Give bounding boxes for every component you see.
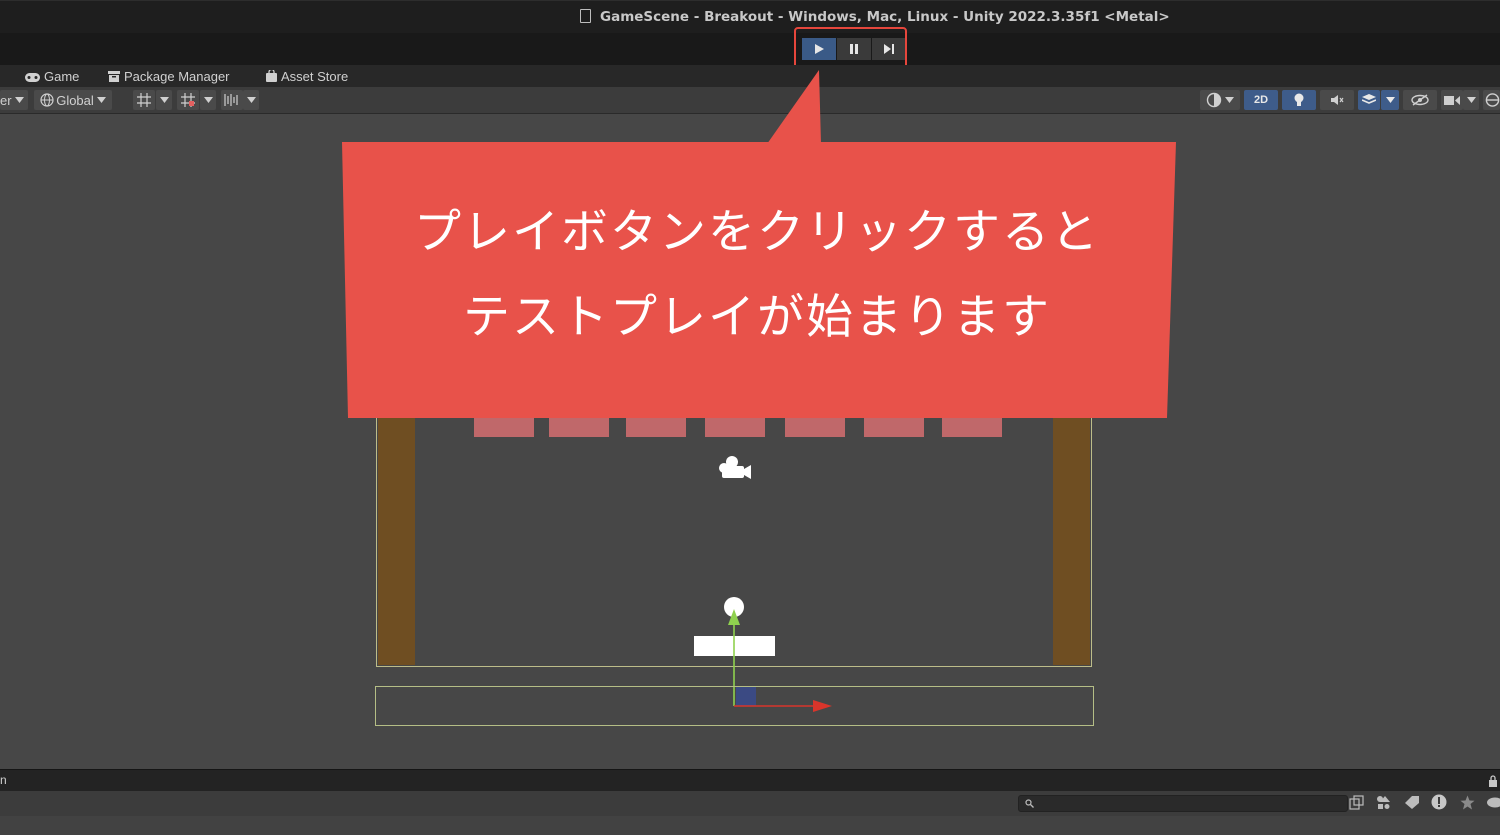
audio-muted-icon (1331, 95, 1344, 105)
lock-icon[interactable] (1488, 775, 1498, 787)
shading-sphere-icon (1206, 92, 1222, 108)
scene-file-icon (580, 9, 591, 23)
eye-icon[interactable] (1485, 795, 1500, 810)
dead-zone-bounds[interactable] (375, 686, 1094, 726)
tab-package-manager[interactable]: Package Manager (108, 69, 230, 84)
camera-gizmo-icon[interactable] (716, 454, 754, 482)
chevron-down-icon (1385, 97, 1395, 103)
chevron-down-icon (1466, 97, 1476, 103)
chevron-down-icon (14, 97, 24, 103)
bag-icon (266, 70, 277, 82)
tag-icon[interactable] (1405, 796, 1419, 809)
global-dropdown[interactable]: Global (34, 90, 112, 110)
chevron-down-icon (246, 97, 256, 103)
tab-asset-store-label: Asset Store (281, 69, 349, 84)
pivot-dropdown[interactable]: er (0, 90, 28, 110)
tab-package-manager-label: Package Manager (124, 69, 230, 84)
layers-icon (1362, 94, 1376, 104)
gizmo-orbit-icon (1485, 93, 1500, 107)
mode-2d-label: 2D (1253, 94, 1269, 106)
favorite-star-icon[interactable] (1460, 795, 1475, 810)
align-dropdown[interactable] (243, 90, 259, 110)
gizmos-button[interactable] (1483, 90, 1500, 110)
global-label: Global (56, 92, 94, 108)
tab-game-label: Game (44, 69, 80, 84)
chevron-down-icon (203, 97, 213, 103)
main-toolbar (0, 33, 1500, 65)
snap-increment-dropdown[interactable] (200, 90, 216, 110)
shading-mode-dropdown[interactable] (1200, 90, 1240, 110)
gamepad-icon (25, 73, 40, 82)
snap-increment-button[interactable] (177, 90, 199, 110)
search-input[interactable] (1018, 795, 1348, 812)
visibility-toggle[interactable] (1403, 90, 1437, 110)
callout-pointer (767, 70, 821, 144)
chevron-down-icon (96, 97, 106, 103)
brick[interactable] (785, 416, 845, 437)
panel-tab-fragment[interactable]: n (0, 773, 7, 787)
effects-dropdown[interactable] (1381, 90, 1399, 110)
pivot-label: er (0, 92, 12, 108)
eye-hidden-icon (1411, 94, 1429, 106)
mode-2d-toggle[interactable]: 2D (1244, 90, 1278, 110)
brick[interactable] (942, 416, 1002, 437)
grid-snap-button[interactable] (133, 90, 155, 110)
search-by-type-icon[interactable] (1349, 795, 1364, 810)
align-button[interactable] (221, 90, 243, 110)
tab-asset-store[interactable]: Asset Store (266, 69, 348, 84)
bottom-panel-content (0, 816, 1500, 835)
scene-toolbar: er Global 2D (0, 87, 1500, 114)
lightbulb-icon (1294, 93, 1304, 106)
camera-dropdown[interactable] (1463, 90, 1479, 110)
brick[interactable] (549, 416, 609, 437)
callout-line-2: テストプレイが始まります (463, 290, 1051, 345)
title-bar: GameScene - Breakout - Windows, Mac, Lin… (0, 0, 1500, 33)
tab-game[interactable]: Game (25, 69, 79, 84)
audio-toggle[interactable] (1320, 90, 1354, 110)
camera-button[interactable] (1441, 90, 1463, 110)
warning-icon[interactable] (1431, 794, 1447, 810)
grid-icon (137, 93, 151, 107)
bottom-panel-header: n (0, 769, 1500, 791)
y-axis-arrow[interactable] (728, 609, 740, 625)
globe-icon (40, 93, 54, 107)
lighting-toggle[interactable] (1282, 90, 1316, 110)
package-icon (108, 71, 120, 82)
grid-snap-dropdown[interactable] (156, 90, 172, 110)
callout-text: プレイボタンをクリックすると テストプレイが始まります (338, 190, 1176, 360)
align-icon (224, 94, 238, 106)
brick[interactable] (626, 416, 686, 437)
snap-grid-icon (181, 93, 195, 107)
window-title: GameScene - Breakout - Windows, Mac, Lin… (600, 9, 1170, 25)
tab-bar: Game Package Manager Asset Store (0, 65, 1500, 87)
brick[interactable] (705, 416, 765, 437)
video-camera-icon (1444, 95, 1460, 105)
callout-line-1: プレイボタンをクリックすると (414, 205, 1100, 260)
search-icon (1025, 799, 1034, 808)
chevron-down-icon (1225, 97, 1234, 103)
search-by-label-icon[interactable] (1376, 795, 1391, 810)
brick[interactable] (864, 416, 924, 437)
chevron-down-icon (159, 97, 169, 103)
effects-toggle[interactable] (1358, 90, 1380, 110)
brick[interactable] (474, 416, 534, 437)
